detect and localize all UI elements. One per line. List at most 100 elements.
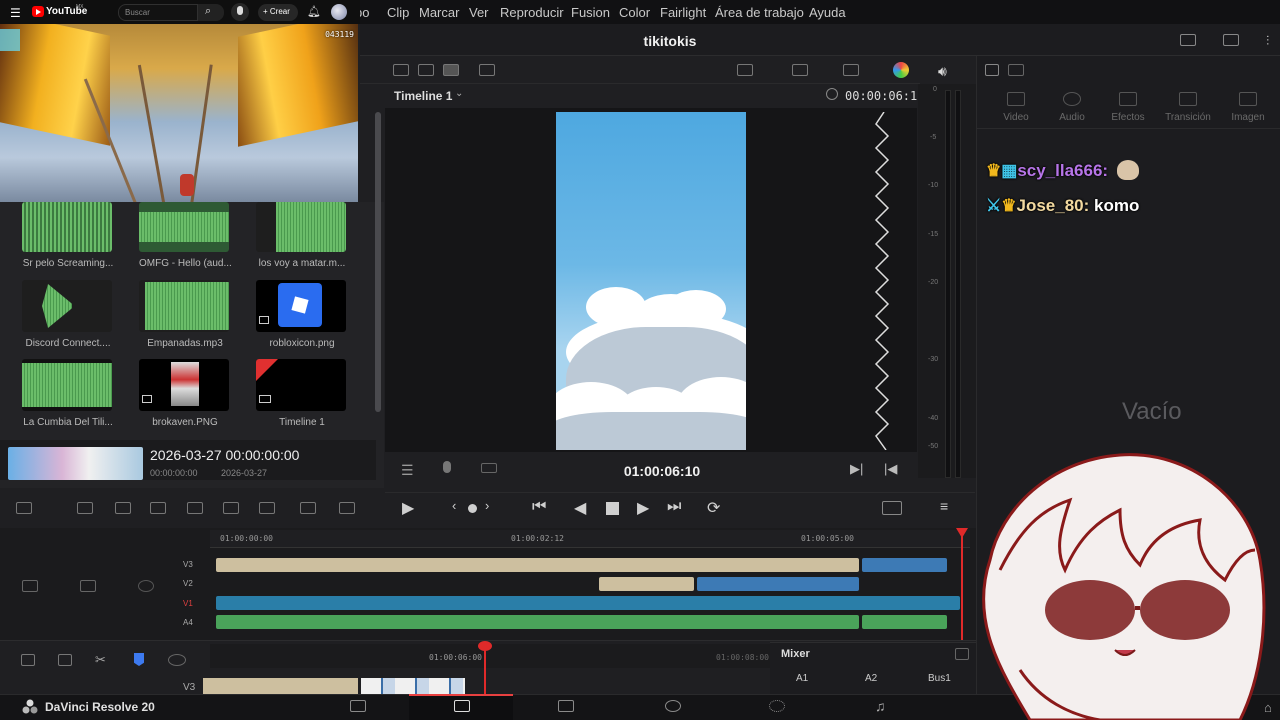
previous-frame-icon[interactable]: ‹ bbox=[452, 498, 456, 513]
youtube-logo-icon[interactable] bbox=[32, 6, 44, 17]
playhead-handle[interactable] bbox=[478, 641, 492, 651]
track-options-icon[interactable] bbox=[22, 580, 38, 592]
media-clip[interactable]: Discord Connect.... bbox=[22, 280, 114, 349]
timeline-clip[interactable] bbox=[599, 577, 694, 591]
zoom-icon[interactable] bbox=[138, 580, 154, 592]
reverse-play-icon[interactable]: ◀︎ bbox=[574, 498, 586, 518]
tab-video[interactable]: Video bbox=[988, 112, 1044, 123]
mark-out-icon[interactable]: ▶| bbox=[850, 461, 863, 477]
fullscreen-icon[interactable] bbox=[1223, 34, 1239, 46]
create-button[interactable]: + Crear bbox=[258, 4, 298, 21]
playhead[interactable] bbox=[484, 644, 486, 694]
menu-item-ayuda[interactable]: Ayuda bbox=[809, 5, 846, 20]
bell-icon[interactable]: 🔔︎ bbox=[307, 5, 321, 18]
upload-icon[interactable] bbox=[1180, 34, 1196, 46]
timeline-clip[interactable] bbox=[203, 678, 358, 694]
tab-transicion[interactable]: Transición bbox=[1160, 112, 1216, 123]
media-clip[interactable]: Timeline 1 bbox=[256, 359, 348, 428]
replace-clip-icon[interactable] bbox=[150, 502, 166, 514]
chevron-down-icon[interactable]: ⌄ bbox=[455, 88, 463, 99]
mark-in-icon[interactable]: |◀ bbox=[884, 461, 897, 477]
tab-audio[interactable]: Audio bbox=[1044, 112, 1100, 123]
mixer-channel-bus1[interactable]: Bus1 bbox=[928, 673, 951, 684]
stop-icon[interactable] bbox=[606, 502, 619, 515]
page-tab-color[interactable] bbox=[721, 694, 825, 720]
menu-item-area-de-trabajo[interactable]: Área de trabajo bbox=[715, 5, 804, 20]
options-menu-icon[interactable]: ≡ bbox=[940, 498, 948, 514]
microphone-button[interactable] bbox=[231, 3, 249, 21]
safe-area-icon[interactable] bbox=[792, 64, 808, 76]
tab-efectos[interactable]: Efectos bbox=[1100, 112, 1156, 123]
media-clip[interactable]: Sr pelo Screaming... bbox=[22, 202, 114, 269]
effects-wand-icon[interactable] bbox=[1119, 92, 1137, 106]
youtube-search-button[interactable]: ⌕ bbox=[198, 4, 224, 21]
viewer-timecode[interactable]: 00:00:06:10 bbox=[845, 89, 924, 103]
grid-view-icon[interactable] bbox=[443, 64, 459, 76]
page-tab-fairlight[interactable]: ♫ bbox=[825, 694, 929, 720]
media-clip[interactable]: Empanadas.mp3 bbox=[139, 280, 231, 349]
timeline-clip[interactable] bbox=[862, 558, 947, 572]
trim-icon[interactable] bbox=[58, 654, 72, 666]
pos-icon[interactable] bbox=[481, 463, 497, 473]
microphone-icon[interactable] bbox=[443, 461, 451, 473]
timeline-ruler[interactable] bbox=[210, 530, 970, 548]
menu-item-fairlight[interactable]: Fairlight bbox=[660, 5, 706, 20]
insert-clip-icon[interactable] bbox=[77, 502, 93, 514]
youtube-search-input[interactable]: Buscar bbox=[118, 4, 198, 21]
page-tab-fusion[interactable] bbox=[617, 694, 721, 720]
track-audio-icon[interactable] bbox=[80, 580, 96, 592]
media-clip[interactable]: brokaven.PNG bbox=[139, 359, 231, 428]
timeline-clip[interactable] bbox=[361, 678, 465, 694]
eye-icon[interactable] bbox=[168, 654, 186, 666]
next-frame-icon[interactable]: › bbox=[485, 498, 489, 513]
play-around-icon[interactable]: ▶︎ bbox=[402, 498, 414, 518]
hamburger-icon[interactable]: ☰ bbox=[10, 6, 21, 20]
timeline-clip[interactable] bbox=[216, 558, 859, 572]
selection-mode-icon[interactable] bbox=[16, 502, 32, 514]
menu-item-clip[interactable]: Clip bbox=[387, 5, 409, 20]
menu-item-reproducir[interactable]: Reproducir bbox=[500, 5, 564, 20]
place-on-top-icon[interactable] bbox=[223, 502, 239, 514]
loop-icon[interactable]: ⟳ bbox=[707, 498, 720, 518]
menu-item-ver[interactable]: Ver bbox=[469, 5, 489, 20]
page-tab-edit[interactable] bbox=[513, 694, 617, 720]
media-clip[interactable]: los voy a matar.m... bbox=[256, 202, 348, 269]
avatar[interactable] bbox=[331, 4, 347, 20]
page-tab-media[interactable] bbox=[305, 694, 409, 720]
list-view-icon[interactable] bbox=[393, 64, 409, 76]
snapshot-icon[interactable] bbox=[21, 654, 35, 666]
menu-item-marcar[interactable]: Marcar bbox=[419, 5, 459, 20]
media-pool-scrollbar[interactable] bbox=[375, 112, 381, 412]
media-clip[interactable]: La Cumbia Del Tili... bbox=[22, 359, 114, 428]
timeline-selector[interactable]: Timeline 1 bbox=[394, 89, 452, 103]
page-tab-cut[interactable] bbox=[409, 694, 513, 720]
aspect-ratio-icon[interactable] bbox=[737, 64, 753, 76]
video-icon[interactable] bbox=[1007, 92, 1025, 106]
menu-item-fusion[interactable]: Fusion bbox=[571, 5, 610, 20]
mixer-channel-a1[interactable]: A1 bbox=[796, 673, 808, 684]
overwrite-clip-icon[interactable] bbox=[115, 502, 131, 514]
thumbnail-view-icon[interactable] bbox=[418, 64, 434, 76]
tab-imagen[interactable]: Imagen bbox=[1220, 112, 1276, 123]
mixer-channel-a2[interactable]: A2 bbox=[865, 673, 877, 684]
split-view-icon[interactable] bbox=[1008, 64, 1024, 76]
menu-item-color[interactable]: Color bbox=[619, 5, 650, 20]
skip-to-start-icon[interactable]: ⏮︎ bbox=[532, 498, 546, 516]
ripple-overwrite-icon[interactable] bbox=[259, 502, 275, 514]
clip-view-icon[interactable] bbox=[479, 64, 495, 76]
fit-to-fill-icon[interactable] bbox=[187, 502, 203, 514]
image-icon[interactable] bbox=[1239, 92, 1257, 106]
source-overwrite-icon[interactable] bbox=[339, 502, 355, 514]
jog-dot-icon[interactable] bbox=[468, 504, 477, 513]
skip-to-end-icon[interactable]: ⏭︎ bbox=[667, 498, 681, 516]
timeline-clip[interactable] bbox=[216, 596, 960, 610]
audio-note-icon[interactable] bbox=[1063, 92, 1081, 106]
media-clip[interactable]: OMFG - Hello (aud... bbox=[139, 202, 231, 269]
inspector-icon[interactable] bbox=[985, 64, 999, 76]
transform-icon[interactable] bbox=[843, 64, 859, 76]
color-wheel-icon[interactable] bbox=[893, 62, 909, 78]
settings-sliders-icon[interactable]: ⫶ bbox=[1266, 33, 1269, 49]
media-clip[interactable]: robloxicon.png bbox=[256, 280, 348, 349]
speaker-icon[interactable]: 🔊︎ bbox=[938, 63, 947, 80]
edit-mode-icon[interactable] bbox=[882, 501, 902, 515]
